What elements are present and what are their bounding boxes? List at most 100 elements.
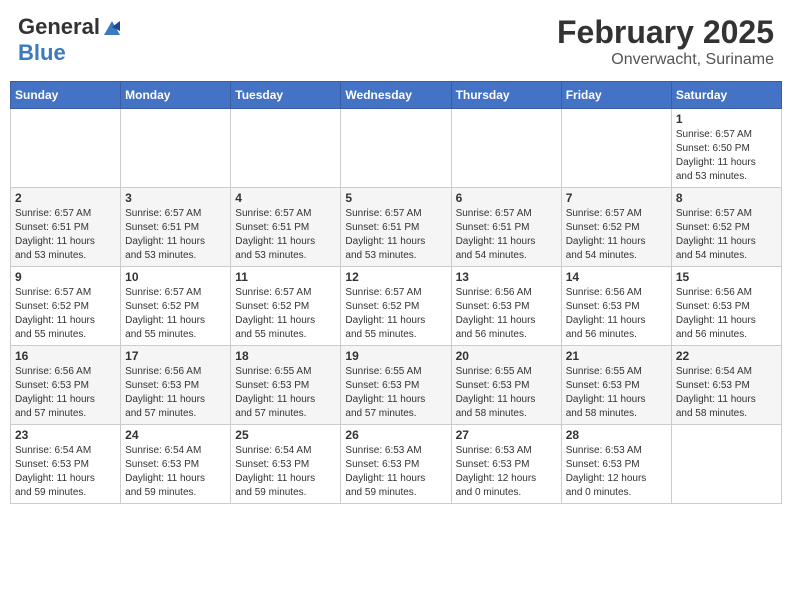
- title-block: February 2025 Onverwacht, Suriname: [557, 14, 774, 69]
- weekday-header: Friday: [561, 82, 671, 109]
- day-info: Sunrise: 6:54 AM Sunset: 6:53 PM Dayligh…: [15, 444, 116, 500]
- calendar-cell: 12 Sunrise: 6:57 AM Sunset: 6:52 PM Dayli…: [341, 267, 451, 346]
- calendar-cell: 3 Sunrise: 6:57 AM Sunset: 6:51 PM Daylig…: [121, 188, 231, 267]
- day-number: 15: [676, 270, 777, 284]
- day-number: 12: [345, 270, 446, 284]
- day-info: Sunrise: 6:57 AM Sunset: 6:51 PM Dayligh…: [15, 207, 116, 263]
- day-info: Sunrise: 6:57 AM Sunset: 6:52 PM Dayligh…: [15, 286, 116, 342]
- day-number: 5: [345, 191, 446, 205]
- calendar-cell: [671, 425, 781, 504]
- day-number: 10: [125, 270, 226, 284]
- page-header: General Blue February 2025 Onverwacht, S…: [10, 10, 782, 73]
- calendar-cell: 23 Sunrise: 6:54 AM Sunset: 6:53 PM Dayli…: [11, 425, 121, 504]
- day-info: Sunrise: 6:57 AM Sunset: 6:51 PM Dayligh…: [235, 207, 336, 263]
- calendar-cell: 18Sunrise: 6:55 AM Sunset: 6:53 PM Dayli…: [231, 346, 341, 425]
- calendar-cell: [451, 109, 561, 188]
- day-number: 27: [456, 428, 557, 442]
- calendar-week-row: 9Sunrise: 6:57 AM Sunset: 6:52 PM Daylig…: [11, 267, 782, 346]
- day-info: Sunrise: 6:54 AM Sunset: 6:53 PM Dayligh…: [235, 444, 336, 500]
- day-info: Sunrise: 6:57 AM Sunset: 6:52 PM Dayligh…: [676, 207, 777, 263]
- calendar-cell: 5 Sunrise: 6:57 AM Sunset: 6:51 PM Daylig…: [341, 188, 451, 267]
- day-info: Sunrise: 6:57 AM Sunset: 6:52 PM Dayligh…: [345, 286, 446, 342]
- day-number: 11: [235, 270, 336, 284]
- day-number: 17: [125, 349, 226, 363]
- logo-icon: [102, 17, 122, 37]
- day-number: 13: [456, 270, 557, 284]
- day-info: Sunrise: 6:56 AM Sunset: 6:53 PM Dayligh…: [676, 286, 777, 342]
- weekday-header: Thursday: [451, 82, 561, 109]
- calendar-cell: [11, 109, 121, 188]
- day-info: Sunrise: 6:55 AM Sunset: 6:53 PM Dayligh…: [345, 365, 446, 421]
- day-number: 1: [676, 112, 777, 126]
- calendar-cell: 2Sunrise: 6:57 AM Sunset: 6:51 PM Daylig…: [11, 188, 121, 267]
- calendar-table: SundayMondayTuesdayWednesdayThursdayFrid…: [10, 81, 782, 504]
- calendar-cell: 26 Sunrise: 6:53 AM Sunset: 6:53 PM Dayli…: [341, 425, 451, 504]
- calendar-cell: 14 Sunrise: 6:56 AM Sunset: 6:53 PM Dayli…: [561, 267, 671, 346]
- weekday-header: Saturday: [671, 82, 781, 109]
- day-number: 28: [566, 428, 667, 442]
- day-info: Sunrise: 6:57 AM Sunset: 6:50 PM Dayligh…: [676, 128, 777, 184]
- calendar-cell: 20Sunrise: 6:55 AM Sunset: 6:53 PM Dayli…: [451, 346, 561, 425]
- logo-general-text: General: [18, 14, 100, 40]
- day-number: 6: [456, 191, 557, 205]
- day-info: Sunrise: 6:54 AM Sunset: 6:53 PM Dayligh…: [125, 444, 226, 500]
- day-number: 3: [125, 191, 226, 205]
- day-info: Sunrise: 6:56 AM Sunset: 6:53 PM Dayligh…: [456, 286, 557, 342]
- calendar-cell: 25 Sunrise: 6:54 AM Sunset: 6:53 PM Dayli…: [231, 425, 341, 504]
- day-number: 23: [15, 428, 116, 442]
- calendar-cell: 17 Sunrise: 6:56 AM Sunset: 6:53 PM Dayli…: [121, 346, 231, 425]
- calendar-cell: [341, 109, 451, 188]
- calendar-cell: 11 Sunrise: 6:57 AM Sunset: 6:52 PM Dayli…: [231, 267, 341, 346]
- calendar-cell: 7Sunrise: 6:57 AM Sunset: 6:52 PM Daylig…: [561, 188, 671, 267]
- calendar-cell: 28 Sunrise: 6:53 AM Sunset: 6:53 PM Dayli…: [561, 425, 671, 504]
- month-title: February 2025: [557, 14, 774, 51]
- day-info: Sunrise: 6:57 AM Sunset: 6:51 PM Dayligh…: [125, 207, 226, 263]
- day-info: Sunrise: 6:57 AM Sunset: 6:52 PM Dayligh…: [125, 286, 226, 342]
- calendar-cell: 15 Sunrise: 6:56 AM Sunset: 6:53 PM Dayli…: [671, 267, 781, 346]
- day-info: Sunrise: 6:57 AM Sunset: 6:51 PM Dayligh…: [456, 207, 557, 263]
- calendar-cell: [121, 109, 231, 188]
- day-info: Sunrise: 6:53 AM Sunset: 6:53 PM Dayligh…: [345, 444, 446, 500]
- calendar-cell: 24Sunrise: 6:54 AM Sunset: 6:53 PM Dayli…: [121, 425, 231, 504]
- day-info: Sunrise: 6:54 AM Sunset: 6:53 PM Dayligh…: [676, 365, 777, 421]
- calendar-cell: 19 Sunrise: 6:55 AM Sunset: 6:53 PM Dayli…: [341, 346, 451, 425]
- logo-blue-text: Blue: [18, 40, 66, 66]
- day-info: Sunrise: 6:55 AM Sunset: 6:53 PM Dayligh…: [456, 365, 557, 421]
- calendar-cell: 16 Sunrise: 6:56 AM Sunset: 6:53 PM Dayli…: [11, 346, 121, 425]
- day-info: Sunrise: 6:56 AM Sunset: 6:53 PM Dayligh…: [125, 365, 226, 421]
- day-number: 4: [235, 191, 336, 205]
- day-number: 14: [566, 270, 667, 284]
- calendar-week-row: 1 Sunrise: 6:57 AM Sunset: 6:50 PM Daylig…: [11, 109, 782, 188]
- calendar-cell: 10 Sunrise: 6:57 AM Sunset: 6:52 PM Dayli…: [121, 267, 231, 346]
- day-number: 8: [676, 191, 777, 205]
- day-info: Sunrise: 6:55 AM Sunset: 6:53 PM Dayligh…: [235, 365, 336, 421]
- calendar-cell: [231, 109, 341, 188]
- day-info: Sunrise: 6:57 AM Sunset: 6:51 PM Dayligh…: [345, 207, 446, 263]
- day-number: 7: [566, 191, 667, 205]
- day-info: Sunrise: 6:53 AM Sunset: 6:53 PM Dayligh…: [456, 444, 557, 500]
- day-number: 16: [15, 349, 116, 363]
- calendar-cell: 4 Sunrise: 6:57 AM Sunset: 6:51 PM Daylig…: [231, 188, 341, 267]
- calendar-cell: 13 Sunrise: 6:56 AM Sunset: 6:53 PM Dayli…: [451, 267, 561, 346]
- calendar-week-row: 2Sunrise: 6:57 AM Sunset: 6:51 PM Daylig…: [11, 188, 782, 267]
- weekday-header: Tuesday: [231, 82, 341, 109]
- weekday-header: Wednesday: [341, 82, 451, 109]
- day-number: 21: [566, 349, 667, 363]
- day-info: Sunrise: 6:57 AM Sunset: 6:52 PM Dayligh…: [235, 286, 336, 342]
- day-number: 25: [235, 428, 336, 442]
- calendar-cell: 22 Sunrise: 6:54 AM Sunset: 6:53 PM Dayli…: [671, 346, 781, 425]
- day-info: Sunrise: 6:56 AM Sunset: 6:53 PM Dayligh…: [15, 365, 116, 421]
- day-number: 19: [345, 349, 446, 363]
- day-number: 22: [676, 349, 777, 363]
- calendar-cell: 21 Sunrise: 6:55 AM Sunset: 6:53 PM Dayli…: [561, 346, 671, 425]
- day-info: Sunrise: 6:56 AM Sunset: 6:53 PM Dayligh…: [566, 286, 667, 342]
- logo: General Blue: [18, 14, 122, 66]
- day-info: Sunrise: 6:53 AM Sunset: 6:53 PM Dayligh…: [566, 444, 667, 500]
- calendar-week-row: 23 Sunrise: 6:54 AM Sunset: 6:53 PM Dayli…: [11, 425, 782, 504]
- day-number: 26: [345, 428, 446, 442]
- day-info: Sunrise: 6:55 AM Sunset: 6:53 PM Dayligh…: [566, 365, 667, 421]
- calendar-cell: [561, 109, 671, 188]
- weekday-header: Monday: [121, 82, 231, 109]
- calendar-cell: 6 Sunrise: 6:57 AM Sunset: 6:51 PM Daylig…: [451, 188, 561, 267]
- location-text: Onverwacht, Suriname: [557, 51, 774, 69]
